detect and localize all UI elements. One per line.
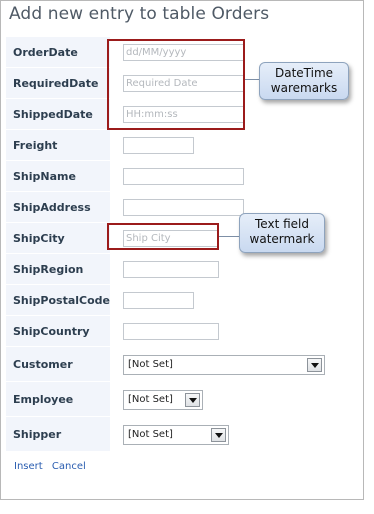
field-label: ShipName <box>6 161 110 192</box>
shippostalcode-input[interactable] <box>122 292 194 309</box>
dialog-frame: Add new entry to table Orders OrderDate … <box>0 0 364 500</box>
select-value: [Not Set] <box>127 358 173 370</box>
employee-select[interactable]: [Not Set] <box>122 389 203 410</box>
textfield-highlight-box <box>107 223 219 250</box>
datetime-callout: DateTime waremarks <box>259 62 349 100</box>
cancel-link[interactable]: Cancel <box>52 461 86 472</box>
chevron-down-icon[interactable] <box>184 392 200 407</box>
torn-edge-bottom <box>0 500 374 514</box>
field-label: ShipCity <box>6 223 110 254</box>
field-label: ShipCountry <box>6 316 110 347</box>
page-title: Add new entry to table Orders <box>9 4 270 24</box>
select-value: [Not Set] <box>127 393 173 405</box>
field-label: RequiredDate <box>6 68 110 99</box>
chevron-down-icon[interactable] <box>210 427 226 442</box>
field-label: ShippedDate <box>6 99 110 130</box>
select-value: [Not Set] <box>127 428 173 440</box>
field-label: Customer <box>6 347 110 382</box>
form-row-freight: Freight <box>6 130 353 161</box>
textfield-callout: Text field watermark <box>239 213 325 253</box>
form-row-shipname: ShipName <box>6 161 353 192</box>
torn-edge-right <box>364 0 374 514</box>
shipregion-input[interactable] <box>122 261 219 278</box>
field-label: ShipAddress <box>6 192 110 223</box>
shipper-select[interactable]: [Not Set] <box>122 424 229 445</box>
form-row-customer: Customer [Not Set] <box>6 347 353 382</box>
form-row-shipcountry: ShipCountry <box>6 316 353 347</box>
form-row-shipregion: ShipRegion <box>6 254 353 285</box>
field-label: Freight <box>6 130 110 161</box>
shipaddress-input[interactable] <box>122 199 244 216</box>
field-label: ShipPostalCode <box>6 285 110 316</box>
customer-select[interactable]: [Not Set] <box>122 354 325 375</box>
form-actions: Insert Cancel <box>14 461 92 472</box>
field-label: OrderDate <box>6 37 110 68</box>
chevron-down-icon[interactable] <box>306 357 322 372</box>
field-label: Employee <box>6 382 110 417</box>
datetime-highlight-box <box>107 39 245 130</box>
shipcountry-input[interactable] <box>122 323 219 340</box>
field-label: Shipper <box>6 417 110 452</box>
form-row-shippostalcode: ShipPostalCode <box>6 285 353 316</box>
form-row-employee: Employee [Not Set] <box>6 382 353 417</box>
freight-input[interactable] <box>122 137 194 154</box>
shipname-input[interactable] <box>122 168 244 185</box>
form-row-shipper: Shipper [Not Set] <box>6 417 353 452</box>
callout-connector <box>219 236 241 237</box>
field-label: ShipRegion <box>6 254 110 285</box>
insert-link[interactable]: Insert <box>14 461 43 472</box>
